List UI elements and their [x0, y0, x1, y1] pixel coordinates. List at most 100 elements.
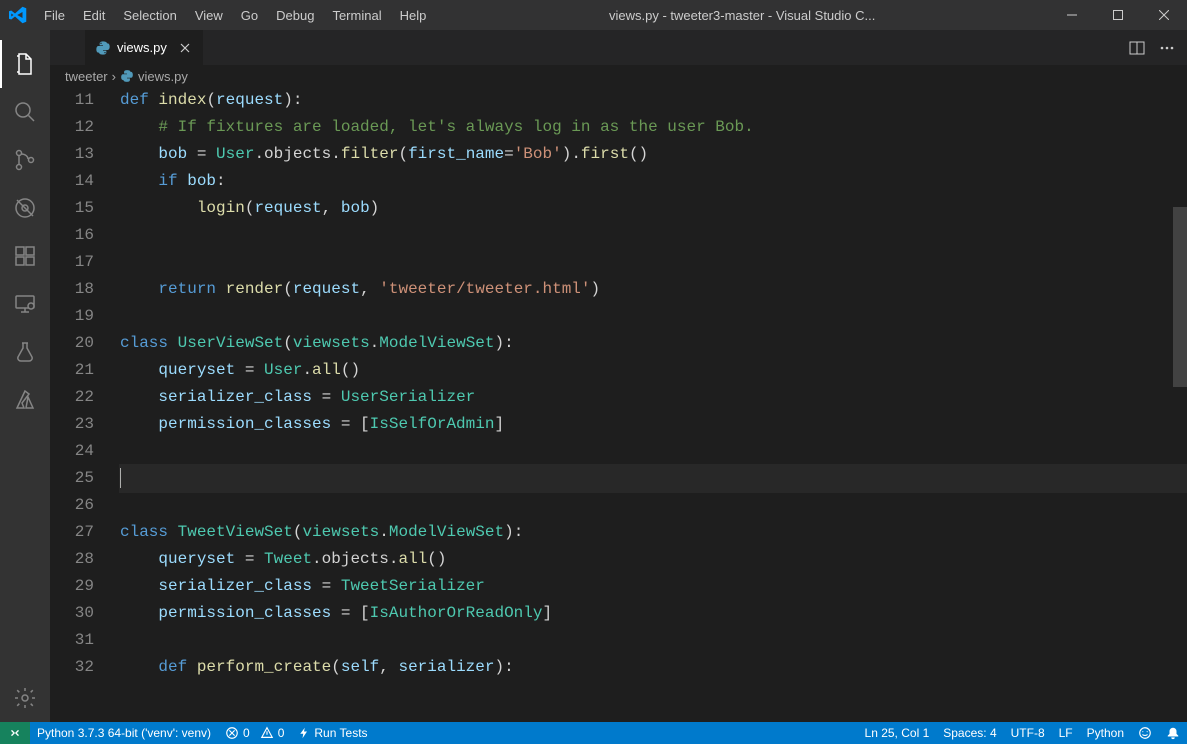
menu-edit[interactable]: Edit	[74, 0, 114, 30]
code-editor[interactable]: 1112131415161718192021222324252627282930…	[50, 87, 1187, 722]
indentation[interactable]: Spaces: 4	[936, 722, 1003, 744]
remote-explorer-icon[interactable]	[0, 280, 50, 328]
line-number: 19	[50, 303, 94, 330]
editor-area: views.py tweeter › views.py	[50, 30, 1187, 722]
menu-go[interactable]: Go	[232, 0, 267, 30]
line-number: 11	[50, 87, 94, 114]
line-number: 14	[50, 168, 94, 195]
notifications-icon[interactable]	[1159, 722, 1187, 744]
feedback-icon[interactable]	[1131, 722, 1159, 744]
line-number: 12	[50, 114, 94, 141]
code-line[interactable]: class UserViewSet(viewsets.ModelViewSet)…	[120, 330, 1187, 357]
line-number: 16	[50, 222, 94, 249]
line-number: 13	[50, 141, 94, 168]
test-icon[interactable]	[0, 328, 50, 376]
code-line[interactable]: permission_classes = [IsSelfOrAdmin]	[120, 411, 1187, 438]
text-cursor	[120, 468, 121, 488]
line-number: 22	[50, 384, 94, 411]
menu-help[interactable]: Help	[391, 0, 436, 30]
python-interpreter[interactable]: Python 3.7.3 64-bit ('venv': venv)	[30, 722, 218, 744]
code-lines[interactable]: def index(request): # If fixtures are lo…	[120, 87, 1187, 722]
chevron-right-icon: ›	[112, 69, 116, 84]
close-icon[interactable]	[177, 40, 193, 56]
code-line[interactable]: if bob:	[120, 168, 1187, 195]
python-file-icon	[120, 69, 134, 83]
menu-view[interactable]: View	[186, 0, 232, 30]
run-tests-button[interactable]: Run Tests	[291, 722, 374, 744]
scrollbar-thumb[interactable]	[1173, 207, 1187, 387]
maximize-button[interactable]	[1095, 0, 1141, 30]
code-line[interactable]	[120, 627, 1187, 654]
line-number: 20	[50, 330, 94, 357]
breadcrumbs[interactable]: tweeter › views.py	[50, 65, 1187, 87]
status-bar: Python 3.7.3 64-bit ('venv': venv) 0 0 R…	[0, 722, 1187, 744]
line-number: 21	[50, 357, 94, 384]
settings-icon[interactable]	[0, 674, 50, 722]
extensions-icon[interactable]	[0, 232, 50, 280]
encoding[interactable]: UTF-8	[1004, 722, 1052, 744]
menu-bar: FileEditSelectionViewGoDebugTerminalHelp	[35, 0, 435, 30]
line-number: 29	[50, 573, 94, 600]
window-controls	[1049, 0, 1187, 30]
code-line[interactable]	[120, 492, 1187, 519]
line-number: 27	[50, 519, 94, 546]
code-line[interactable]: bob = User.objects.filter(first_name='Bo…	[120, 141, 1187, 168]
close-button[interactable]	[1141, 0, 1187, 30]
tab-views-py[interactable]: views.py	[85, 30, 204, 65]
line-number: 28	[50, 546, 94, 573]
breadcrumb-folder[interactable]: tweeter	[65, 69, 108, 84]
eol[interactable]: LF	[1052, 722, 1080, 744]
menu-file[interactable]: File	[35, 0, 74, 30]
code-line[interactable]: # If fixtures are loaded, let's always l…	[120, 114, 1187, 141]
more-actions-icon[interactable]	[1159, 40, 1175, 56]
line-number: 17	[50, 249, 94, 276]
code-line[interactable]: queryset = User.all()	[120, 357, 1187, 384]
line-number-gutter: 1112131415161718192021222324252627282930…	[50, 87, 120, 722]
line-number: 26	[50, 492, 94, 519]
title-bar: FileEditSelectionViewGoDebugTerminalHelp…	[0, 0, 1187, 30]
code-line[interactable]: serializer_class = TweetSerializer	[120, 573, 1187, 600]
azure-icon[interactable]	[0, 376, 50, 424]
code-line[interactable]: queryset = Tweet.objects.all()	[120, 546, 1187, 573]
cursor-position[interactable]: Ln 25, Col 1	[858, 722, 937, 744]
breadcrumb-file[interactable]: views.py	[138, 69, 188, 84]
code-line[interactable]	[120, 465, 1187, 492]
tab-label: views.py	[117, 40, 167, 55]
line-number: 25	[50, 465, 94, 492]
code-line[interactable]: permission_classes = [IsAuthorOrReadOnly…	[120, 600, 1187, 627]
code-line[interactable]: serializer_class = UserSerializer	[120, 384, 1187, 411]
code-line[interactable]: return render(request, 'tweeter/tweeter.…	[120, 276, 1187, 303]
menu-selection[interactable]: Selection	[114, 0, 185, 30]
split-editor-icon[interactable]	[1129, 40, 1145, 56]
code-line[interactable]: login(request, bob)	[120, 195, 1187, 222]
code-line[interactable]	[120, 249, 1187, 276]
line-number: 15	[50, 195, 94, 222]
python-file-icon	[95, 40, 111, 56]
line-number: 30	[50, 600, 94, 627]
code-line[interactable]: class TweetViewSet(viewsets.ModelViewSet…	[120, 519, 1187, 546]
line-number: 31	[50, 627, 94, 654]
language-mode[interactable]: Python	[1080, 722, 1131, 744]
code-line[interactable]	[120, 303, 1187, 330]
run-tests-label: Run Tests	[314, 726, 367, 740]
explorer-icon[interactable]	[0, 40, 50, 88]
error-count: 0	[243, 726, 250, 740]
code-line[interactable]	[120, 222, 1187, 249]
window-title: views.py - tweeter3-master - Visual Stud…	[435, 8, 1049, 23]
search-icon[interactable]	[0, 88, 50, 136]
menu-debug[interactable]: Debug	[267, 0, 323, 30]
problems-indicator[interactable]: 0 0	[218, 722, 291, 744]
debug-icon[interactable]	[0, 184, 50, 232]
warning-count: 0	[278, 726, 285, 740]
source-control-icon[interactable]	[0, 136, 50, 184]
line-number: 32	[50, 654, 94, 681]
remote-indicator[interactable]	[0, 722, 30, 744]
tabs-bar: views.py	[50, 30, 1187, 65]
code-line[interactable]: def index(request):	[120, 87, 1187, 114]
code-line[interactable]	[120, 438, 1187, 465]
code-line[interactable]: def perform_create(self, serializer):	[120, 654, 1187, 681]
line-number: 23	[50, 411, 94, 438]
menu-terminal[interactable]: Terminal	[323, 0, 390, 30]
minimize-button[interactable]	[1049, 0, 1095, 30]
main-area: views.py tweeter › views.py	[0, 30, 1187, 722]
